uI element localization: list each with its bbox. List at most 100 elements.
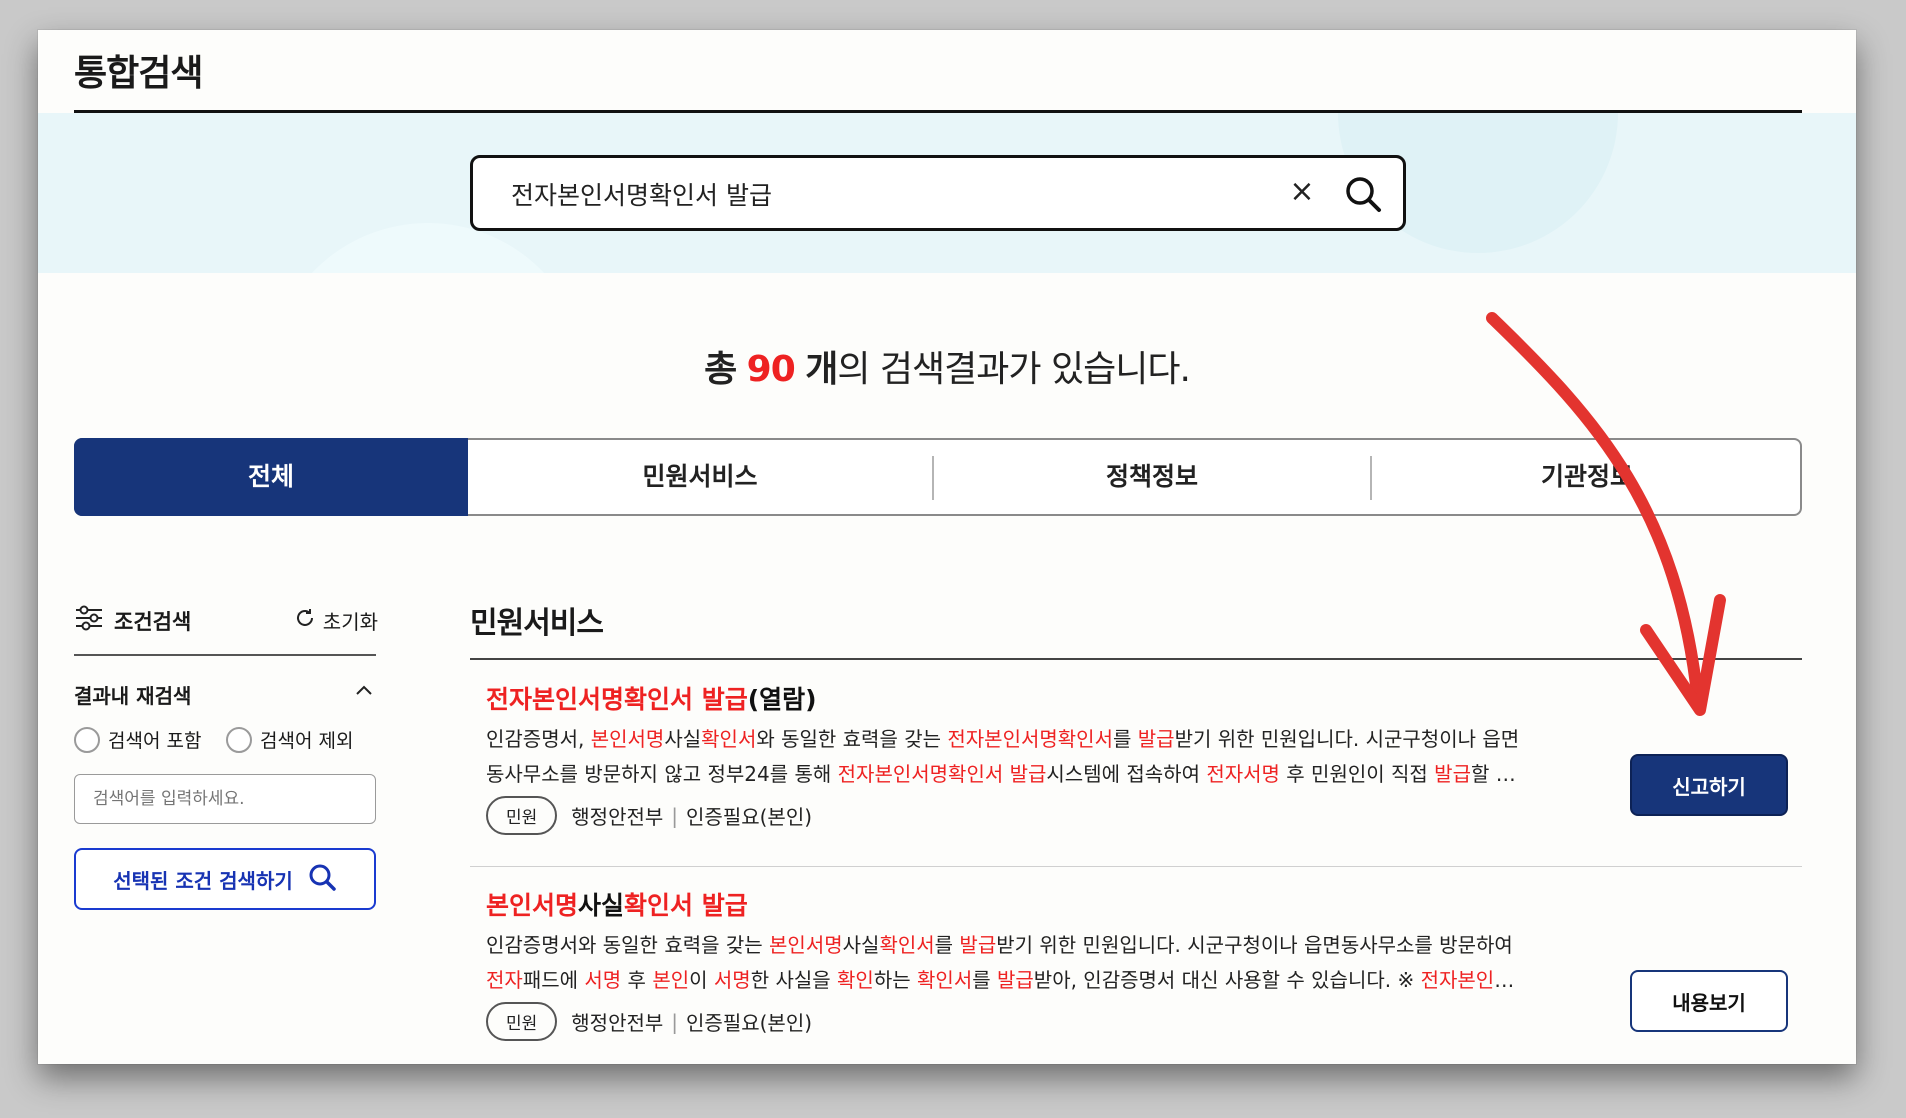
keyword-highlight: 전자 — [486, 968, 523, 992]
description-text: 동사무소를 방문하지 않고 정부24를 통해 — [486, 762, 838, 786]
radio-circle[interactable] — [226, 726, 252, 753]
keyword-highlight: 확인서 — [879, 933, 935, 957]
keyword-highlight: 서명 — [713, 968, 751, 992]
section-title: 민원서비스 — [470, 606, 604, 641]
result-item: 본인서명사실확인서 발급 인감증명서와 동일한 효력을 갖는 본인서명사실확인서… — [470, 886, 1802, 1064]
result-divider — [470, 866, 1802, 867]
sidebar-divider — [74, 654, 376, 656]
radio-circle[interactable] — [74, 726, 100, 753]
result-count: 90 — [746, 349, 796, 390]
description-text: 시스템에 접속하여 — [1046, 762, 1207, 786]
clear-icon[interactable]: × — [1289, 177, 1315, 207]
title-highlight: 전자본인서명확인서 발급 — [486, 685, 748, 714]
auth-requirement: 인증필요(본인) — [686, 1011, 813, 1035]
description-text: 인감증명서와 동일한 효력을 갖는 — [486, 933, 770, 957]
search-icon — [307, 862, 337, 897]
description-line: 인감증명서, 본인서명사실확인서와 동일한 효력을 갖는 전자본인서명확인서를 … — [486, 722, 1556, 757]
result-description: 인감증명서와 동일한 효력을 갖는 본인서명사실확인서를 발급받기 위한 민원입… — [486, 928, 1556, 998]
result-summary: 총 90 개의 검색결과가 있습니다. — [38, 340, 1856, 392]
tab-all[interactable]: 전체 — [74, 438, 468, 516]
description-text: 를 — [1112, 727, 1138, 751]
chevron-up-icon[interactable] — [354, 678, 374, 702]
reset-button[interactable]: 초기화 — [293, 606, 378, 635]
result-description: 인감증명서, 본인서명사실확인서와 동일한 효력을 갖는 전자본인서명확인서를 … — [486, 722, 1556, 792]
keyword-highlight: 전자본인서명확인서 — [947, 727, 1113, 751]
page-frame: 통합검색 × 총 90 개의 검색결과가 있습니다. 전체 민원서비스 정책정보… — [38, 30, 1856, 1064]
description-text: 패드에 — [522, 968, 585, 992]
keyword-highlight: 본인 — [652, 968, 690, 992]
apply-button[interactable]: 신고하기 — [1630, 754, 1788, 816]
radio-exclude-label: 검색어 제외 — [260, 730, 354, 752]
meta-divider: | — [671, 1009, 679, 1034]
title-rest: (열람) — [747, 685, 817, 714]
description-text: 를 — [934, 933, 960, 957]
description-text: 받아, 인감증명서 대신 사용할 수 있습니다. ※ — [1033, 968, 1421, 992]
description-text: 사실 — [842, 933, 880, 957]
refresh-icon — [293, 606, 317, 635]
summary-prefix: 총 — [704, 349, 737, 390]
description-text: 이 — [689, 968, 714, 992]
description-text: 할 … — [1470, 762, 1516, 786]
meta-divider: | — [671, 803, 679, 828]
view-details-button[interactable]: 내용보기 — [1630, 970, 1788, 1032]
description-line: 동사무소를 방문하지 않고 정부24를 통해 전자본인서명확인서 발급시스템에 … — [486, 757, 1556, 792]
page-title: 통합검색 — [74, 53, 203, 94]
apply-filter-label: 선택된 조건 검색하기 — [113, 868, 293, 893]
tab-civil-services[interactable]: 민원서비스 — [468, 438, 932, 516]
description-text: 받기 위한 민원입니다. 시군구청이나 읍면 — [1174, 727, 1520, 751]
auth-requirement: 인증필요(본인) — [686, 805, 813, 829]
sliders-icon — [74, 604, 104, 637]
filter-label: 조건검색 — [114, 609, 192, 634]
filter-header: 조건검색 초기화 — [74, 604, 378, 644]
description-text: 와 동일한 효력을 갖는 — [756, 727, 948, 751]
description-text: 인감증명서, — [486, 727, 591, 751]
description-text: 받기 위한 민원입니다. 시군구청이나 읍면동사무소를 방문하여 — [996, 933, 1513, 957]
result-title[interactable]: 전자본인서명확인서 발급(열람) — [486, 680, 817, 716]
tab-policy-info[interactable]: 정책정보 — [934, 438, 1370, 516]
description-text: 한 사실을 — [750, 968, 838, 992]
description-line: 전자패드에 서명 후 본인이 서명한 사실을 확인하는 확인서를 발급받아, 인… — [486, 963, 1556, 998]
summary-suffix: 의 검색결과가 있습니다. — [837, 349, 1191, 390]
search-icon[interactable] — [1341, 172, 1385, 216]
search-input[interactable] — [509, 172, 1213, 216]
section-divider — [470, 658, 1802, 660]
search-box: × — [470, 155, 1406, 231]
description-text: … — [1494, 968, 1515, 992]
result-item: 전자본인서명확인서 발급(열람) 인감증명서, 본인서명사실확인서와 동일한 효… — [470, 680, 1802, 860]
keyword-highlight: 확인 — [837, 968, 874, 992]
result-title[interactable]: 본인서명사실확인서 발급 — [486, 886, 748, 922]
result-meta: 민원 행정안전부 | 인증필요(본인) — [486, 1002, 812, 1041]
radio-include[interactable]: 검색어 포함 — [74, 726, 201, 753]
keyword-highlight: 발급 — [1434, 762, 1471, 786]
reset-label: 초기화 — [322, 610, 378, 634]
refine-search-input[interactable] — [74, 774, 376, 824]
keyword-highlight: 본인서명 — [590, 727, 665, 751]
result-meta: 민원 행정안전부 | 인증필요(본인) — [486, 796, 812, 835]
description-text: 를 — [972, 968, 997, 992]
keyword-highlight: 확인서 — [917, 968, 973, 992]
description-text: 사실 — [664, 727, 702, 751]
description-text: 하는 — [873, 968, 918, 992]
category-tabs: 전체 민원서비스 정책정보 기관정보 — [74, 438, 1802, 516]
description-text: 후 민원인이 직접 — [1279, 762, 1435, 786]
keyword-highlight: 발급 — [959, 933, 997, 957]
summary-unit: 개 — [805, 349, 838, 390]
refine-search-label: 결과내 재검색 — [74, 684, 192, 708]
description-line: 인감증명서와 동일한 효력을 갖는 본인서명사실확인서를 발급받기 위한 민원입… — [486, 928, 1556, 963]
keyword-highlight: 서명 — [584, 968, 622, 992]
title-highlight: 확인서 발급 — [624, 891, 748, 920]
keyword-highlight: 전자본인 — [1420, 968, 1495, 992]
radio-include-label: 검색어 포함 — [108, 730, 202, 752]
keyword-highlight: 발급 — [1137, 727, 1175, 751]
keyword-highlight: 발급 — [996, 968, 1034, 992]
agency-name: 행정안전부 — [571, 805, 664, 829]
category-tag: 민원 — [486, 1002, 558, 1041]
tab-agency-info[interactable]: 기관정보 — [1372, 438, 1802, 516]
category-tag: 민원 — [486, 796, 558, 835]
title-highlight: 본인서명 — [486, 891, 579, 920]
filter-toggle[interactable]: 조건검색 — [74, 604, 191, 637]
apply-filter-button[interactable]: 선택된 조건 검색하기 — [74, 848, 376, 910]
title-rest: 사실 — [578, 891, 625, 920]
radio-exclude[interactable]: 검색어 제외 — [226, 726, 353, 753]
agency-name: 행정안전부 — [571, 1011, 664, 1035]
